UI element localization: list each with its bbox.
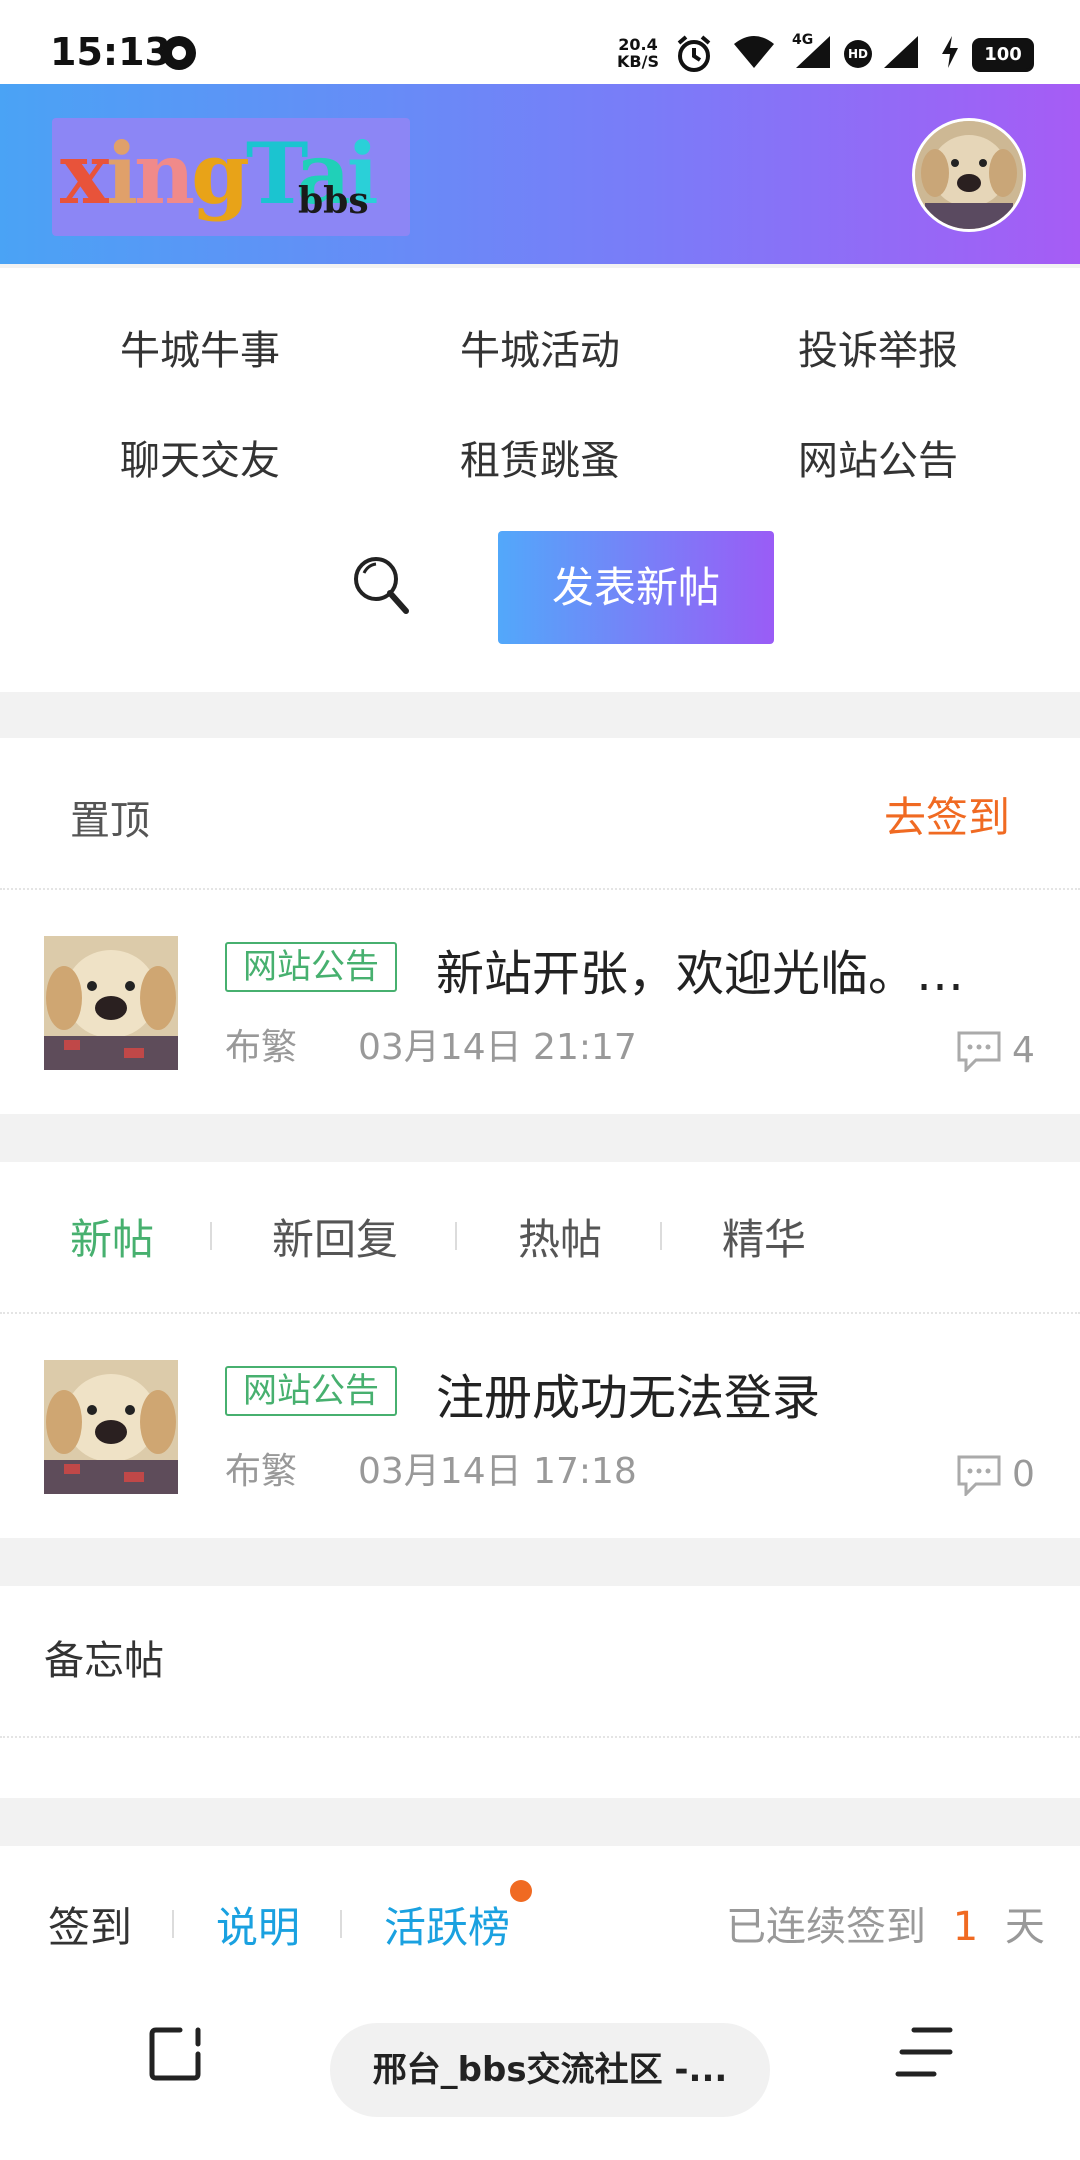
app-notification-icon <box>162 36 196 70</box>
battery-icon: 100 <box>972 38 1034 72</box>
signal-icon <box>884 36 918 68</box>
address-bar[interactable]: 邢台_bbs交流社区 -... <box>330 2023 770 2117</box>
streak-prefix: 已连续签到 <box>726 1904 926 1950</box>
post-title[interactable]: 注册成功无法登录 <box>436 1358 1006 1428</box>
status-time: 15:13 <box>50 30 171 74</box>
tab-featured[interactable]: 精华 <box>722 1206 806 1267</box>
network-speed-unit: KB/S <box>617 52 659 71</box>
go-checkin-link[interactable]: 去签到 <box>884 784 1010 845</box>
post-list-section: 新帖 新回复 热帖 精华 网站公告 注册成功无法登录 布繁 03月14日 17:… <box>0 1162 1080 1538</box>
logo-sub-text: bbs <box>298 180 369 222</box>
network-speed-value: 20.4 <box>618 35 658 54</box>
post-author: 布繁 <box>225 1451 298 1492</box>
comment-icon <box>957 1455 1001 1496</box>
post-tag: 网站公告 <box>225 942 397 992</box>
dog-thumbnail-image <box>44 936 178 1070</box>
site-logo[interactable]: xingTai bbs <box>52 118 410 236</box>
nav-item-niucheng-news[interactable]: 牛城牛事 <box>50 318 350 376</box>
tabs-divider <box>0 1312 1080 1314</box>
comment-icon <box>957 1031 1001 1072</box>
post-author: 布繁 <box>225 1027 298 1068</box>
streak-suffix: 天 <box>1004 1904 1045 1950</box>
pinned-section: 置顶 去签到 网站公告 新站开张，欢迎光临。大... 布繁 03月14日 21:… <box>0 738 1080 1114</box>
alarm-icon <box>677 35 711 72</box>
post-title[interactable]: 新站开张，欢迎光临。大... <box>436 934 1006 1004</box>
tab-new-replies[interactable]: 新回复 <box>272 1206 398 1267</box>
nav-item-niucheng-events[interactable]: 牛城活动 <box>390 318 690 376</box>
streak-days: 1 <box>952 1904 979 1950</box>
activity-rank-link[interactable]: 活跃榜 <box>384 1894 510 1955</box>
comment-count: 0 <box>1012 1454 1035 1495</box>
hd-icon: HD <box>844 40 872 68</box>
memo-divider <box>0 1736 1080 1738</box>
post-date: 03月14日 21:17 <box>358 1027 637 1068</box>
charging-icon <box>942 36 958 68</box>
post-author-avatar[interactable] <box>44 1360 178 1494</box>
memo-title: 备忘帖 <box>44 1638 164 1684</box>
pinned-title: 置顶 <box>70 798 150 844</box>
menu-icon[interactable] <box>892 2024 956 2080</box>
post-date: 03月14日 17:18 <box>358 1451 637 1492</box>
nav-item-announcements[interactable]: 网站公告 <box>728 428 1028 486</box>
user-avatar[interactable] <box>912 118 1026 232</box>
memo-section: 备忘帖 <box>0 1586 1080 1798</box>
tab-hot-posts[interactable]: 热帖 <box>518 1206 602 1267</box>
tab-new-posts[interactable]: 新帖 <box>70 1206 154 1267</box>
new-post-button[interactable]: 发表新帖 <box>498 531 774 644</box>
checkin-explain-link[interactable]: 说明 <box>216 1894 300 1955</box>
post-author-avatar[interactable] <box>44 936 178 1070</box>
dog-thumbnail-image <box>44 1360 178 1494</box>
search-icon[interactable] <box>352 555 410 615</box>
tab-separator <box>660 1222 662 1250</box>
dog-avatar-image <box>915 121 1023 229</box>
tab-separator <box>455 1222 457 1250</box>
nav-item-rental[interactable]: 租赁跳蚤 <box>390 428 690 486</box>
checkin-section: 签到 说明 活跃榜 已连续签到 1 天 <box>0 1846 1080 1980</box>
checkin-label: 签到 <box>48 1903 133 1952</box>
signal-4g-icon <box>796 36 830 68</box>
tab-separator <box>210 1222 212 1250</box>
nav-item-chat[interactable]: 聊天交友 <box>50 428 350 486</box>
checkin-streak: 已连续签到 1 天 <box>726 1894 1045 1952</box>
nav-item-complaints[interactable]: 投诉举报 <box>728 318 1028 376</box>
tabs-icon[interactable] <box>146 2020 210 2084</box>
notification-dot <box>510 1880 532 1902</box>
pinned-divider <box>0 888 1080 890</box>
site-header: xingTai bbs <box>0 84 1080 264</box>
status-bar: 15:13 20.4 KB/S 4G HD 100 <box>0 0 1080 84</box>
network-speed: 20.4 KB/S <box>612 36 664 70</box>
post-tag: 网站公告 <box>225 1366 397 1416</box>
tab-separator <box>340 1910 342 1938</box>
tab-separator <box>172 1910 174 1938</box>
wifi-icon <box>734 36 774 68</box>
comment-count: 4 <box>1012 1030 1035 1071</box>
